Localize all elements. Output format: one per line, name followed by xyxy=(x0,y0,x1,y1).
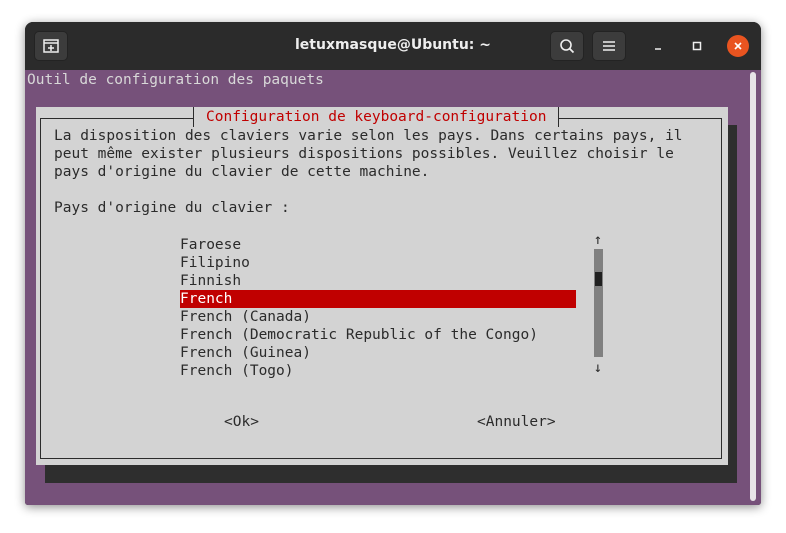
search-button[interactable] xyxy=(550,31,584,61)
title-bar[interactable]: letuxmasque@Ubuntu: ~ xyxy=(25,22,761,70)
hamburger-menu-icon xyxy=(603,41,615,51)
dialog-prompt: Pays d'origine du clavier : xyxy=(54,200,290,216)
menu-button[interactable] xyxy=(592,31,626,61)
scroll-up-arrow-icon[interactable]: ↑ xyxy=(593,233,603,247)
close-button[interactable] xyxy=(727,35,749,57)
dialog-title: Configuration de keyboard-configuration xyxy=(193,107,560,127)
list-item[interactable]: Finnish xyxy=(180,272,576,290)
list-item-selected[interactable]: French xyxy=(180,290,576,308)
ok-button[interactable]: <Ok> xyxy=(224,414,259,430)
terminal-header-line: Outil de configuration des paquets xyxy=(27,72,324,88)
minimize-button[interactable] xyxy=(648,36,668,56)
description-line: La disposition des claviers varie selon … xyxy=(54,128,683,144)
terminal-window: letuxmasque@Ubuntu: ~ Outil de configura… xyxy=(25,22,761,505)
list-item[interactable]: Filipino xyxy=(180,254,576,272)
list-item[interactable]: French (Guinea) xyxy=(180,344,576,362)
description-line: pays d'origine du clavier de cette machi… xyxy=(54,164,430,180)
terminal-area[interactable]: Outil de configuration des paquets Confi… xyxy=(25,70,761,505)
list-item[interactable]: French (Togo) xyxy=(180,362,576,380)
maximize-button[interactable] xyxy=(687,36,707,56)
list-item[interactable]: French (Canada) xyxy=(180,308,576,326)
maximize-icon xyxy=(692,41,702,51)
list-scroll-track[interactable] xyxy=(594,249,603,357)
cancel-button[interactable]: <Annuler> xyxy=(477,414,556,430)
description-line: peut même exister plusieurs dispositions… xyxy=(54,146,674,162)
list-item[interactable]: Faroese xyxy=(180,236,576,254)
terminal-scrollbar[interactable] xyxy=(750,72,756,501)
scroll-down-arrow-icon[interactable]: ↓ xyxy=(593,361,603,375)
minimize-icon xyxy=(655,48,661,50)
search-icon xyxy=(560,39,575,54)
country-list[interactable]: Faroese Filipino Finnish French French (… xyxy=(180,236,576,380)
keyboard-config-dialog: Configuration de keyboard-configuration … xyxy=(36,107,728,465)
list-scrollbar[interactable]: ↑ ↓ xyxy=(593,233,603,375)
close-icon xyxy=(734,42,742,50)
dialog-description: La disposition des claviers varie selon … xyxy=(54,127,683,217)
list-item[interactable]: French (Democratic Republic of the Congo… xyxy=(180,326,576,344)
list-scroll-thumb[interactable] xyxy=(595,272,602,286)
